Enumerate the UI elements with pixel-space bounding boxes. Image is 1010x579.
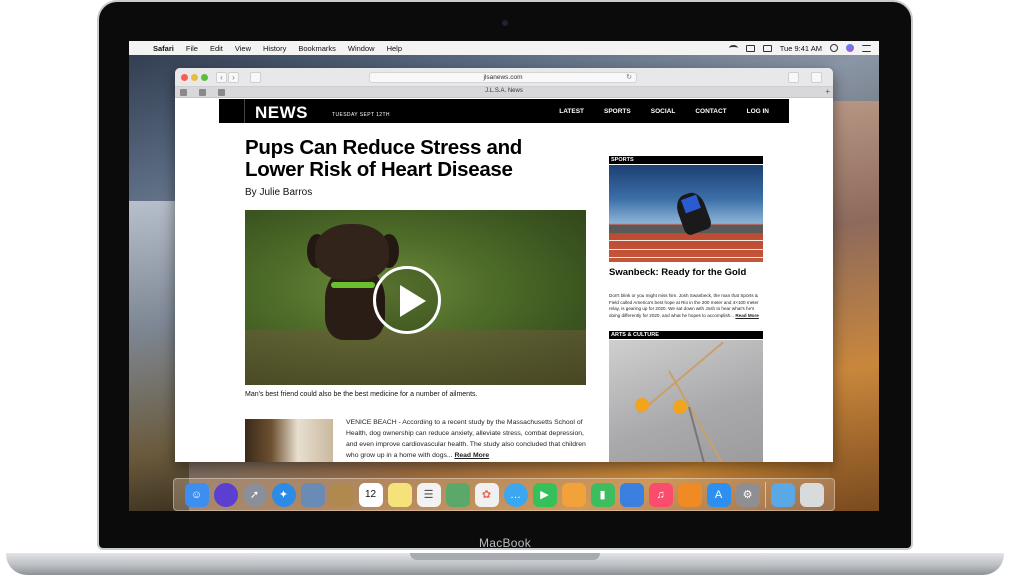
finder-icon[interactable]: ☺ <box>184 482 209 507</box>
dock-separator <box>764 481 766 508</box>
site-date: TUESDAY SEPT 12TH <box>332 112 390 118</box>
track-lane <box>609 249 763 250</box>
address-bar[interactable]: jlsanews.com ↻ <box>369 72 637 83</box>
nav-login[interactable]: LOG IN <box>737 108 779 115</box>
sculpture-ball <box>673 400 687 414</box>
sports-read-more-link[interactable]: Read More <box>735 313 759 318</box>
dirt-patch <box>245 330 586 385</box>
site-logo[interactable]: NEWS <box>255 103 308 123</box>
back-button[interactable]: ‹ <box>216 72 227 83</box>
puppy-collar <box>331 282 375 288</box>
track-lane <box>609 257 763 258</box>
trash-icon[interactable] <box>799 482 824 507</box>
laptop-notch <box>410 553 600 560</box>
url-text: jlsanews.com <box>483 74 523 81</box>
wallpaper-right <box>829 101 879 511</box>
article-thumbnail[interactable] <box>245 419 333 462</box>
nav-social[interactable]: SOCIAL <box>641 108 686 115</box>
track-lane <box>609 240 763 241</box>
sports-image[interactable] <box>609 165 763 262</box>
zoom-window-button[interactable] <box>201 74 208 81</box>
notification-center-icon[interactable] <box>862 44 871 52</box>
section-label-sports[interactable]: SPORTS <box>609 156 763 164</box>
safari-icon[interactable]: ✦ <box>271 482 296 507</box>
airplay-icon[interactable] <box>745 44 755 52</box>
spotlight-icon[interactable] <box>830 44 838 52</box>
facetime-icon[interactable]: ▶ <box>532 482 557 507</box>
launchpad-icon[interactable]: ➚ <box>242 482 267 507</box>
forward-button[interactable]: › <box>228 72 239 83</box>
tabs-overview-icon[interactable] <box>811 72 822 83</box>
sculpture-ball <box>635 398 649 412</box>
reminders-icon[interactable]: ☰ <box>416 482 441 507</box>
menu-bookmarks[interactable]: Bookmarks <box>292 44 342 53</box>
status-area: Tue 9:41 AM <box>728 44 879 53</box>
menu-help[interactable]: Help <box>381 44 408 53</box>
browser-toolbar: ‹ › jlsanews.com ↻ <box>175 68 833 87</box>
sports-summary: Don't blink or you might miss him. Josh … <box>609 293 763 319</box>
menu-bar: Safari File Edit View History Bookmarks … <box>129 41 879 55</box>
puppy-head <box>315 224 389 280</box>
app-store-icon[interactable]: A <box>706 482 731 507</box>
notes-icon[interactable] <box>387 482 412 507</box>
tab-bar: J.L.S.A. News + <box>175 87 833 98</box>
nav-latest[interactable]: LATEST <box>549 108 594 115</box>
site-nav: LATEST SPORTS SOCIAL CONTACT LOG IN <box>549 108 779 115</box>
safari-window: ‹ › jlsanews.com ↻ J.L.S.A. News + NEWS … <box>175 68 833 462</box>
menu-history[interactable]: History <box>257 44 292 53</box>
device-brand-label: MacBook <box>478 536 532 550</box>
arts-image[interactable] <box>609 340 763 462</box>
video-player[interactable] <box>245 210 586 385</box>
nav-contact[interactable]: CONTACT <box>685 108 736 115</box>
menu-file[interactable]: File <box>180 44 204 53</box>
downloads-folder-icon[interactable] <box>770 482 795 507</box>
pages-icon[interactable] <box>561 482 586 507</box>
siri-icon[interactable] <box>213 482 238 507</box>
calendar-icon[interactable]: 12 <box>358 482 383 507</box>
screen: Safari File Edit View History Bookmarks … <box>129 41 879 511</box>
sidebar-toggle-icon[interactable] <box>250 72 261 83</box>
reload-icon[interactable]: ↻ <box>626 73 632 83</box>
messages-icon[interactable]: … <box>503 482 528 507</box>
section-label-arts[interactable]: ARTS & CULTURE <box>609 331 763 339</box>
battery-icon[interactable] <box>762 44 772 52</box>
video-caption: Man's best friend could also be the best… <box>245 391 478 398</box>
read-more-link[interactable]: Read More <box>454 452 489 459</box>
photos-icon[interactable]: ✿ <box>474 482 499 507</box>
play-button[interactable] <box>373 266 441 334</box>
music-icon[interactable]: ♫ <box>648 482 673 507</box>
tab-title[interactable]: J.L.S.A. News <box>175 88 833 94</box>
menu-window[interactable]: Window <box>342 44 381 53</box>
numbers-icon[interactable]: ▮ <box>590 482 615 507</box>
menu-edit[interactable]: Edit <box>204 44 229 53</box>
article-headline: Pups Can Reduce Stress and Lower Risk of… <box>245 136 523 181</box>
books-icon[interactable] <box>677 482 702 507</box>
menu-safari[interactable]: Safari <box>147 44 180 53</box>
contacts-icon[interactable] <box>329 482 354 507</box>
share-icon[interactable] <box>788 72 799 83</box>
wifi-icon[interactable] <box>728 45 738 51</box>
article-body: VENICE BEACH - According to a recent stu… <box>346 417 588 461</box>
maps-icon[interactable] <box>445 482 470 507</box>
article-byline: By Julie Barros <box>245 187 313 198</box>
siri-menu-icon[interactable] <box>846 44 854 52</box>
nav-sports[interactable]: SPORTS <box>594 108 641 115</box>
photos-app-icon[interactable] <box>300 482 325 507</box>
clock[interactable]: Tue 9:41 AM <box>780 44 822 53</box>
system-preferences-icon[interactable]: ⚙ <box>735 482 760 507</box>
keynote-icon[interactable] <box>619 482 644 507</box>
web-page: NEWS TUESDAY SEPT 12TH LATEST SPORTS SOC… <box>175 99 833 462</box>
play-icon <box>400 285 426 317</box>
sculpture-stick <box>668 370 723 462</box>
menu-view[interactable]: View <box>229 44 257 53</box>
dock: ☺ ➚ ✦ 12 ☰ ✿ … ▶ ▮ ♫ A ⚙ <box>173 478 835 511</box>
sculpture-shadow <box>688 406 706 462</box>
close-window-button[interactable] <box>181 74 188 81</box>
site-header: NEWS TUESDAY SEPT 12TH LATEST SPORTS SOC… <box>219 99 789 123</box>
sports-headline[interactable]: Swanbeck: Ready for the Gold <box>609 267 763 279</box>
logo-mark <box>219 99 245 123</box>
minimize-window-button[interactable] <box>191 74 198 81</box>
camera-icon <box>502 20 508 26</box>
new-tab-icon[interactable]: + <box>825 87 830 96</box>
